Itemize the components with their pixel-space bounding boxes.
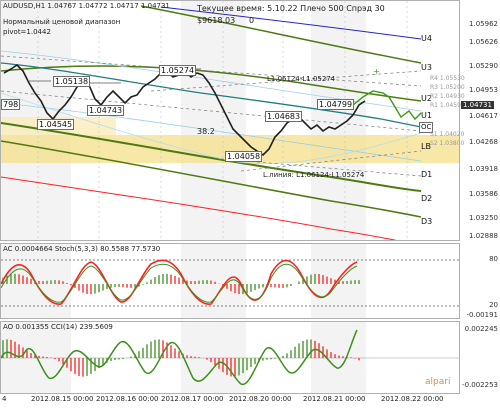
level-ladder-s1: S1 1.04020	[430, 131, 465, 138]
pivot-u3: U3	[421, 63, 432, 72]
watermark: alpari	[425, 377, 451, 387]
ao-cci-label: AO 0.001355 CCI(14) 239.5609	[3, 323, 113, 331]
price-tick: 1.04617	[469, 112, 498, 120]
level-ladder-r1: R1 1.04590	[430, 102, 465, 109]
swing-label-8: 798	[1, 99, 21, 110]
level-ladder-s2: S2 1.03800	[430, 140, 465, 147]
price-tick: 1.05290	[469, 62, 498, 70]
ac-stoch-svg	[1, 244, 459, 318]
pivot-u4: U4	[421, 34, 432, 43]
dragon-mark: +	[373, 67, 380, 76]
price-tick: 1.03250	[469, 214, 498, 222]
swing-label-7: 1.04058	[225, 151, 263, 162]
swing-label-3: 1.04743	[87, 105, 125, 116]
price-tick: 1.02888	[469, 232, 498, 240]
x-start-label: 4	[1, 395, 8, 403]
ao-tick-min: -0.002253	[462, 381, 498, 389]
pivot-d3: D3	[421, 217, 433, 226]
ac-stoch-scale: 80 20 -0.00191	[461, 243, 500, 319]
channel-upper-label: L1.06124-L1.05274	[267, 75, 336, 83]
time-axis: 4 2012.08.15 00:00 2012.08.16 00:00 2012…	[0, 394, 460, 408]
stoch-tick-80: 80	[489, 255, 498, 263]
channel-lower-label: L.линия: L1.06124-L1.05274	[263, 171, 365, 179]
swing-label-6: 1.04799	[317, 99, 355, 110]
x-label: 2012.08.20 00:00	[228, 395, 293, 403]
fib-ratio: 38.2	[197, 127, 215, 136]
level-ladder-r2: R2 1.04930	[430, 93, 465, 100]
price-tick: 1.04953	[469, 86, 498, 94]
pivot-u1: U1	[421, 111, 432, 120]
ac-tick-min: -0.00191	[466, 311, 498, 319]
level-ladder-r3: R3 1.05200	[430, 84, 465, 91]
x-label: 2012.08.22 00:00	[380, 395, 445, 403]
price-tick: 1.04268	[469, 138, 498, 146]
range-label: Нормальный ценовой диапазон	[3, 18, 121, 26]
server-time: Текущее время: 5.10.22 Плечо 500 Спрэд 3…	[197, 4, 385, 13]
pivot-label: pivot=1.0442	[3, 28, 51, 36]
price-tick: 1.03586	[469, 190, 498, 198]
main-chart-pane[interactable]: AUDUSD,H1 1.04767 1.04772 1.04717 1.0473…	[0, 0, 460, 241]
pivot-d1: D1	[421, 170, 433, 179]
balance: $9618.03	[197, 16, 236, 25]
swing-label-1: 1.05138	[53, 76, 91, 87]
price-tick: 1.03918	[469, 165, 498, 173]
ao-tick-max: 0.002245	[464, 325, 498, 333]
ao-cci-pane[interactable]: AO 0.001355 CCI(14) 239.5609 alpari	[0, 321, 460, 394]
swing-label-2: 1.05274	[159, 65, 197, 76]
pivot-d2: D2	[421, 194, 433, 203]
ac-stoch-pane[interactable]: AC 0.0004664 Stoch(5,3,3) 80.5588 77.573…	[0, 243, 460, 319]
x-label: 2012.08.21 00:00	[302, 395, 367, 403]
x-label: 2012.08.15 00:00	[30, 395, 95, 403]
swing-label-4: 1.04545	[37, 119, 75, 130]
price-scale: 1.05962 1.05626 1.05290 1.04953 1.04617 …	[461, 0, 500, 241]
price-tick: 1.05626	[469, 38, 498, 46]
price-tick: 1.05962	[469, 20, 498, 28]
stoch-tick-20: 20	[489, 301, 498, 309]
ao-cci-svg	[1, 322, 459, 393]
profit: 0	[249, 16, 255, 25]
swing-label-5: 1.04683	[265, 111, 303, 122]
ao-cci-scale: 0.002245 -0.002253	[461, 321, 500, 394]
symbol-title: AUDUSD,H1 1.04767 1.04772 1.04717 1.0473…	[3, 2, 170, 10]
x-label: 2012.08.17 00:00	[160, 395, 225, 403]
ac-stoch-label: AC 0.0004664 Stoch(5,3,3) 80.5588 77.573…	[3, 245, 161, 253]
x-label: 2012.08.16 00:00	[95, 395, 160, 403]
current-price-tag: 1.04731	[461, 101, 494, 109]
level-ladder-r4: R4 1.05530	[430, 75, 465, 82]
